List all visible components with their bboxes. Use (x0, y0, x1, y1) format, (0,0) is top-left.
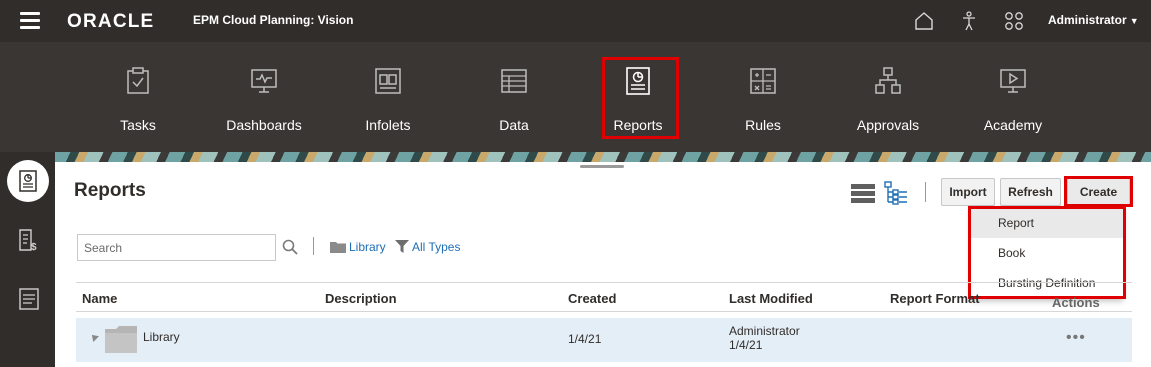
search-icon[interactable] (282, 239, 298, 255)
nav-label: Dashboards (226, 117, 302, 133)
tree-view-icon[interactable] (884, 181, 908, 205)
nav-label: Data (499, 117, 529, 133)
navigation-band: Tasks Dashboards Infolets Data Reports R… (0, 42, 1151, 152)
breadcrumb-library[interactable]: Library (330, 240, 386, 254)
data-icon (501, 69, 527, 93)
folder-icon (330, 242, 346, 253)
nav-label: Reports (613, 117, 663, 133)
nav-infolets[interactable]: Infolets (333, 42, 443, 152)
app-title: EPM Cloud Planning: Vision (193, 13, 354, 27)
folder-icon (105, 326, 137, 353)
nav-label: Approvals (856, 117, 920, 133)
nav-approvals[interactable]: Approvals (833, 42, 943, 152)
page-title: Reports (74, 180, 146, 201)
type-filter[interactable]: All Types (395, 240, 460, 254)
column-name[interactable]: Name (82, 291, 117, 306)
nav-rules[interactable]: Rules (708, 42, 818, 152)
column-description[interactable]: Description (325, 291, 397, 306)
menu-item-report[interactable]: Report (971, 208, 1123, 238)
column-last-modified[interactable]: Last Modified (729, 291, 813, 306)
list-view-icon[interactable] (851, 183, 875, 203)
column-report-format[interactable]: Report Format (890, 291, 980, 306)
row-modified-date: 1/4/21 (729, 338, 763, 352)
panel-resize-handle[interactable] (580, 165, 624, 168)
top-bar: ORACLE EPM Cloud Planning: Vision Admini… (0, 0, 1151, 42)
column-created[interactable]: Created (568, 291, 616, 306)
type-filter-label: All Types (412, 240, 461, 254)
row-modified-by: Administrator (729, 324, 800, 338)
nav-tasks[interactable]: Tasks (83, 42, 193, 152)
academy-icon (1000, 69, 1026, 93)
financial-report-icon: $ (19, 229, 37, 251)
row-created: 1/4/21 (568, 332, 602, 346)
table-row[interactable]: Library 1/4/21 Administrator 1/4/21 ••• (76, 318, 1132, 362)
home-icon[interactable] (913, 10, 935, 32)
rules-icon (750, 68, 776, 94)
breadcrumb-library-label: Library (349, 240, 386, 254)
dashboards-icon (251, 69, 277, 93)
refresh-button[interactable]: Refresh (1000, 178, 1061, 206)
toolbar-divider (925, 182, 926, 202)
nav-label: Academy (983, 117, 1043, 133)
rail-financial-reports-button[interactable]: $ (7, 219, 49, 261)
nav-label: Infolets (365, 117, 411, 133)
column-actions: Actions (1052, 295, 1100, 310)
refresh-label: Refresh (1008, 185, 1053, 199)
reports-icon (19, 170, 37, 192)
document-icon (19, 288, 39, 310)
row-actions-icon[interactable]: ••• (1066, 329, 1086, 347)
oracle-logo: ORACLE (67, 11, 155, 32)
table-header: Name Description Created Last Modified R… (76, 282, 1132, 312)
menu-item-book[interactable]: Book (971, 238, 1123, 268)
left-rail: $ (0, 152, 55, 367)
nav-data[interactable]: Data (459, 42, 569, 152)
nav-dashboards[interactable]: Dashboards (209, 42, 319, 152)
import-button[interactable]: Import (941, 178, 995, 206)
import-label: Import (949, 185, 987, 199)
user-menu[interactable]: Administrator ▼ (1048, 13, 1139, 27)
row-name[interactable]: Library (143, 330, 180, 344)
nav-label: Rules (745, 117, 781, 133)
rail-documents-button[interactable] (7, 278, 49, 320)
user-name: Administrator (1048, 13, 1127, 27)
infolets-icon (375, 68, 401, 94)
filter-icon (395, 240, 409, 253)
accessibility-icon[interactable] (958, 10, 980, 32)
tasks-icon (127, 67, 149, 94)
chevron-down-icon: ▼ (1129, 16, 1139, 26)
nav-reports[interactable]: Reports (583, 42, 693, 152)
search-divider (313, 237, 314, 255)
decorative-banner (55, 152, 1151, 162)
hamburger-menu-icon[interactable] (20, 12, 40, 30)
reports-icon (626, 67, 650, 95)
svg-text:$: $ (31, 242, 37, 251)
collapse-triangle-icon[interactable] (89, 332, 99, 342)
search-input[interactable] (77, 234, 276, 261)
create-label: Create (1079, 185, 1118, 199)
rail-reports-button[interactable] (7, 160, 49, 202)
navigator-icon[interactable] (1003, 10, 1025, 32)
nav-academy[interactable]: Academy (958, 42, 1068, 152)
approvals-icon (875, 67, 901, 94)
nav-label: Tasks (120, 117, 156, 133)
create-button[interactable]: Create (1067, 178, 1130, 206)
